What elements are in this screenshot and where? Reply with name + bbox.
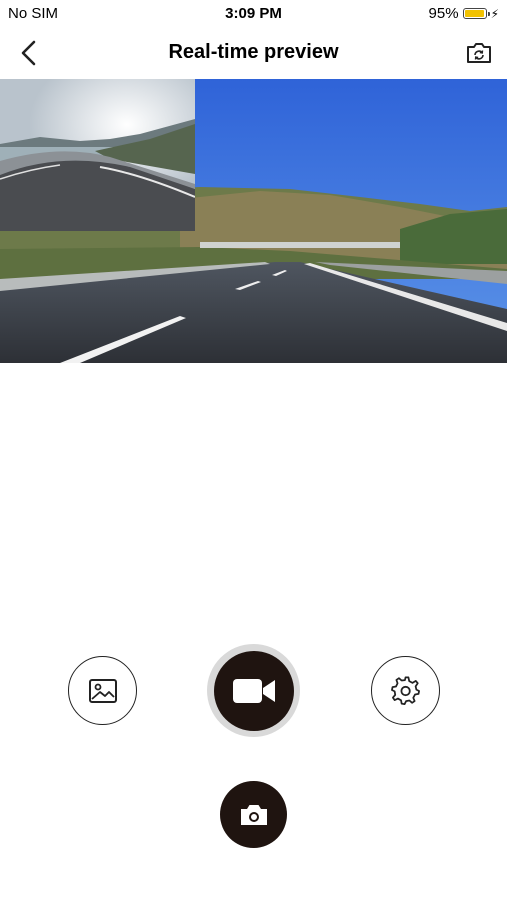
battery-percent: 95% [428,5,459,22]
real-time-preview-screen: No SIM 3:09 PM 95% ⚡︎ Real-time preview [0,0,507,900]
take-photo-button[interactable] [220,781,287,848]
record-button-face [213,650,294,731]
record-button[interactable] [207,644,300,737]
page-title: Real-time preview [168,41,339,63]
video-camera-icon [232,678,275,703]
status-bar: No SIM 3:09 PM 95% ⚡︎ [0,0,507,28]
battery-fill [464,10,484,17]
image-icon [88,678,117,703]
charging-bolt-icon: ⚡︎ [490,6,499,21]
rear-camera-feed [0,79,195,231]
nav-bar: Real-time preview [0,28,507,78]
settings-button[interactable] [371,656,440,725]
rear-camera-pip[interactable] [0,79,195,231]
battery-icon [462,8,490,19]
switch-camera-button[interactable] [465,40,493,66]
camera-switch-icon [467,43,491,63]
battery-indicator: 95% ⚡︎ [429,5,499,22]
gear-icon [390,676,420,705]
gallery-button[interactable] [68,656,137,725]
camera-icon [240,804,267,825]
live-video-preview[interactable] [0,79,507,363]
